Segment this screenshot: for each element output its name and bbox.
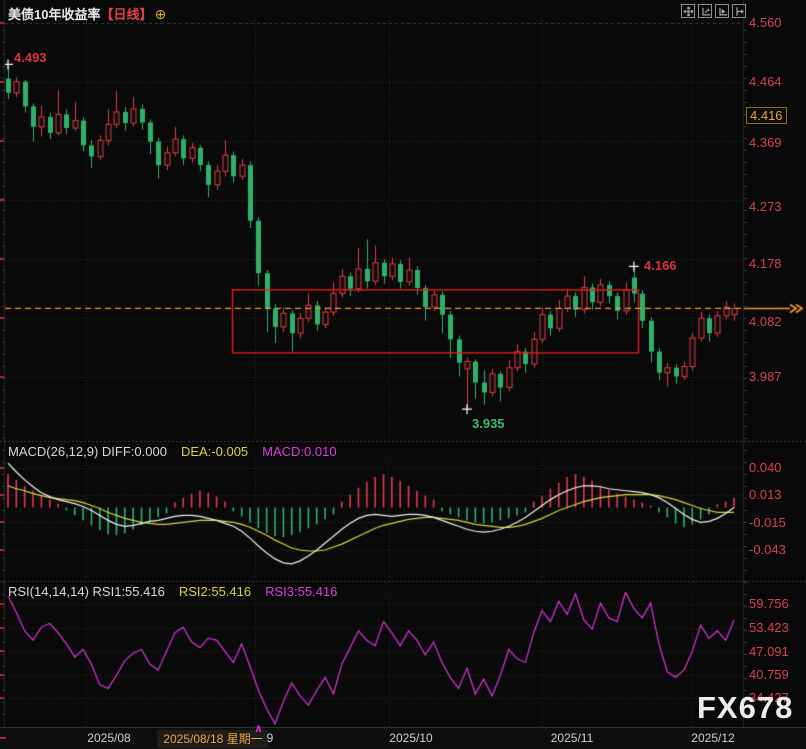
macd-axis-label: -0.043	[749, 543, 786, 557]
zoom-x-axis-button[interactable]	[715, 4, 729, 18]
rsi-axis-label: 53.423	[749, 621, 789, 635]
date-axis: 2025/08 2025/08/18 星期一 9 2025/10 2025/11…	[0, 727, 806, 749]
rsi-axis-label: 47.091	[749, 645, 789, 659]
step-forward-button[interactable]	[732, 4, 746, 18]
date-label: 9	[267, 728, 274, 749]
session-high-label: 4.493	[14, 50, 47, 65]
swing-low-label: 3.935	[472, 416, 505, 431]
step-forward-icon	[734, 6, 745, 17]
chart-title: 美债10年收益率	[8, 7, 100, 22]
price-axis-label: 4.178	[749, 257, 782, 271]
zoom-y-axis-button[interactable]	[698, 4, 712, 18]
macd-header: MACD(26,12,9) DIFF:0.000 DEA:-0.005 MACD:0…	[8, 444, 337, 459]
rsi3-label: RSI3:55.416	[265, 584, 337, 599]
zoom-y-axis-icon	[700, 6, 711, 17]
chart-app: 美债10年收益率【日线】⊕ 4.560 4.464 4.416 4.369 4.…	[0, 0, 806, 749]
macd-params-label: MACD(26,12,9) DIFF:0.000	[8, 444, 167, 459]
pan-icon	[683, 6, 694, 17]
pan-tool-button[interactable]	[681, 4, 695, 18]
price-axis-label: 4.560	[749, 16, 782, 30]
macd-axis-label: -0.015	[749, 516, 786, 530]
selected-date-tooltip: 2025/08/18 星期一	[157, 730, 268, 748]
watermark: FX678	[697, 690, 793, 726]
chart-canvas[interactable]	[0, 0, 806, 749]
add-indicator-icon[interactable]: ⊕	[154, 6, 166, 22]
date-label: 2025/11	[551, 728, 594, 749]
rsi-overflow-marker-icon	[254, 722, 263, 735]
period-label: 【日线】	[100, 7, 152, 22]
date-label: 2025/10	[389, 728, 432, 749]
rsi-header: RSI(14,14,14) RSI1:55.416 RSI2:55.416 RSI3…	[8, 584, 337, 599]
price-axis-label: 4.369	[749, 136, 782, 150]
date-label: 2025/08	[87, 728, 130, 749]
chart-toolbar	[681, 4, 746, 18]
macd-axis-label: 0.013	[749, 488, 782, 502]
rsi-axis-label: 59.756	[749, 597, 789, 611]
macd-axis-label: 0.040	[749, 461, 782, 475]
price-axis-label: 3.987	[749, 370, 782, 384]
zoom-x-axis-icon	[717, 6, 728, 17]
price-axis-label: 4.082	[749, 315, 782, 329]
price-axis-label: 4.273	[749, 200, 782, 214]
macd-dea-label: DEA:-0.005	[181, 444, 248, 459]
rsi1-label: RSI(14,14,14) RSI1:55.416	[8, 584, 165, 599]
rsi2-label: RSI2:55.416	[179, 584, 251, 599]
rsi-axis-label: 40.759	[749, 668, 789, 682]
swing-high-label: 4.166	[644, 258, 677, 273]
price-axis-label: 4.464	[749, 75, 782, 89]
macd-value-label: MACD:0.010	[262, 444, 336, 459]
chart-header: 美债10年收益率【日线】⊕	[8, 4, 166, 23]
date-label: 2025/12	[691, 728, 734, 749]
alert-price-label[interactable]: 4.416	[746, 107, 787, 124]
